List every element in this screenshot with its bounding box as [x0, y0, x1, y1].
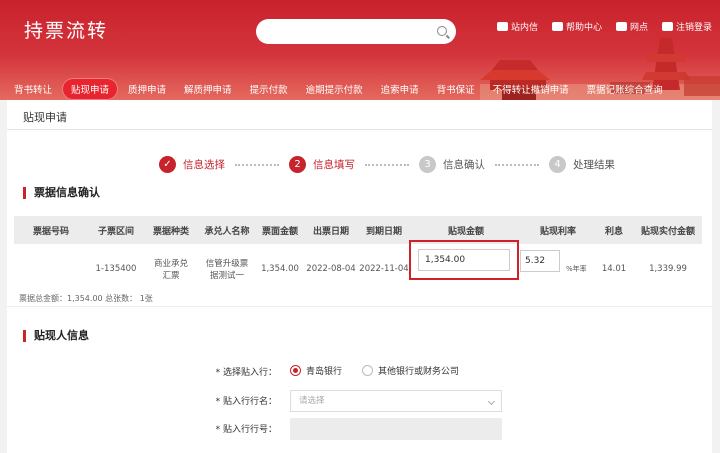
col-header: 出票日期	[312, 226, 349, 237]
cell-face-amount: 1,354.00	[261, 264, 299, 274]
radio-other-bank[interactable]: 其他银行或财务公司	[362, 364, 459, 377]
chevron-down-icon	[487, 397, 496, 406]
col-header: 票据号码	[32, 226, 69, 237]
main-panel: 贴现申请 ✓ 信息选择 2 信息填写 3 信息确认 4 处理结果 票据信息确认 票据号码…	[7, 100, 712, 453]
step-label: 信息填写	[313, 159, 355, 171]
divider	[7, 306, 712, 307]
cell-interest: 14.01	[601, 264, 627, 274]
step-label: 信息选择	[183, 159, 225, 171]
nav-item-guarantee[interactable]: 背书保证	[429, 79, 483, 99]
step-3: 3 信息确认	[419, 156, 485, 173]
nav-item-unpledge[interactable]: 解质押申请	[176, 79, 240, 99]
section-title-discount: 贴现人信息	[23, 330, 89, 342]
discount-rate-input[interactable]: 5.32	[520, 250, 560, 272]
rate-unit: %年率	[566, 265, 587, 273]
section-title-bill: 票据信息确认	[23, 187, 100, 199]
col-header: 票据种类	[152, 226, 189, 237]
nav-item-pledge[interactable]: 质押申请	[120, 79, 174, 99]
step-number: 2	[289, 156, 306, 173]
bank-name-label: * 贴入行行名：	[215, 397, 277, 407]
col-header: 票面金额	[261, 226, 298, 237]
cell-issue-date: 2022-08-04	[306, 264, 356, 274]
radio-icon	[290, 365, 301, 376]
step-connector	[235, 163, 279, 166]
select-placeholder: 请选择	[299, 396, 325, 406]
nav-item-endorse[interactable]: 背书转让	[6, 79, 60, 99]
step-4: 4 处理结果	[549, 156, 615, 173]
logout-icon	[661, 22, 673, 31]
search-icon[interactable]	[437, 26, 447, 36]
col-header: 贴现实付金额	[640, 226, 695, 237]
step-number: 4	[549, 156, 566, 173]
divider	[7, 129, 712, 130]
nav-item-overdue-payment[interactable]: 逾期提示付款	[298, 79, 371, 99]
bank-select-label: * 选择贴入行：	[215, 368, 277, 378]
col-header: 到期日期	[365, 226, 402, 237]
bank-no-label: * 贴入行行号：	[215, 425, 277, 435]
search-input[interactable]	[256, 19, 456, 44]
check-icon: ✓	[159, 156, 176, 173]
step-connector	[365, 163, 409, 166]
radio-label: 青岛银行	[306, 367, 343, 377]
col-header: 贴现金额	[447, 226, 484, 237]
step-1: ✓ 信息选择	[159, 156, 225, 173]
col-header: 子票区间	[97, 226, 134, 237]
nav-item-revoke[interactable]: 不得转让撤销申请	[485, 79, 577, 99]
cell-sub-range: 1-135400	[95, 264, 137, 274]
nav-item-recourse[interactable]: 追索申请	[373, 79, 427, 99]
app-title: 持票流转	[24, 20, 109, 42]
col-header: 承兑人名称	[204, 226, 250, 237]
cell-acceptor: 信管升级票据测试一	[205, 259, 249, 281]
radio-label: 其他银行或财务公司	[378, 367, 460, 377]
step-connector	[495, 163, 539, 166]
help-icon	[551, 22, 563, 31]
bank-no-field	[290, 418, 502, 440]
nav-item-query[interactable]: 票据记账综合查询	[579, 79, 671, 99]
discount-amount-input[interactable]: 1,354.00	[418, 249, 510, 271]
col-header: 贴现利率	[539, 226, 576, 237]
step-label: 信息确认	[443, 159, 485, 171]
step-2: 2 信息填写	[289, 156, 355, 173]
mail-icon	[496, 22, 508, 31]
step-label: 处理结果	[573, 159, 615, 171]
main-nav: 背书转让 贴现申请 质押申请 解质押申请 提示付款 逾期提示付款 追索申请 背书…	[0, 78, 671, 100]
page-title: 贴现申请	[23, 111, 67, 124]
branch-icon	[615, 22, 627, 31]
table-row: 1-135400 商业承兑汇票 信管升级票据测试一 1,354.00 2022-…	[14, 244, 702, 294]
col-header: 利息	[604, 226, 623, 237]
cell-net-amount: 1,339.99	[649, 264, 687, 274]
radio-qingdao-bank[interactable]: 青岛银行	[290, 364, 342, 377]
nav-item-discount[interactable]: 贴现申请	[62, 78, 119, 100]
discount-amount-highlight: 1,354.00	[409, 240, 519, 280]
bank-name-select[interactable]: 请选择	[290, 390, 502, 412]
step-indicator: ✓ 信息选择 2 信息填写 3 信息确认 4 处理结果	[159, 156, 615, 173]
nav-item-payment[interactable]: 提示付款	[242, 79, 296, 99]
bill-table: 票据号码 子票区间 票据种类 承兑人名称 票面金额 出票日期 到期日期 贴现金额…	[14, 216, 702, 294]
table-summary: 票据总金额：1,354.00 总张数： 1张	[19, 294, 153, 303]
table-header: 票据号码 子票区间 票据种类 承兑人名称 票面金额 出票日期 到期日期 贴现金额…	[14, 216, 702, 244]
step-number: 3	[419, 156, 436, 173]
radio-icon	[362, 365, 373, 376]
cell-bill-type: 商业承兑汇票	[153, 259, 188, 281]
cell-due-date: 2022-11-04	[359, 264, 409, 274]
